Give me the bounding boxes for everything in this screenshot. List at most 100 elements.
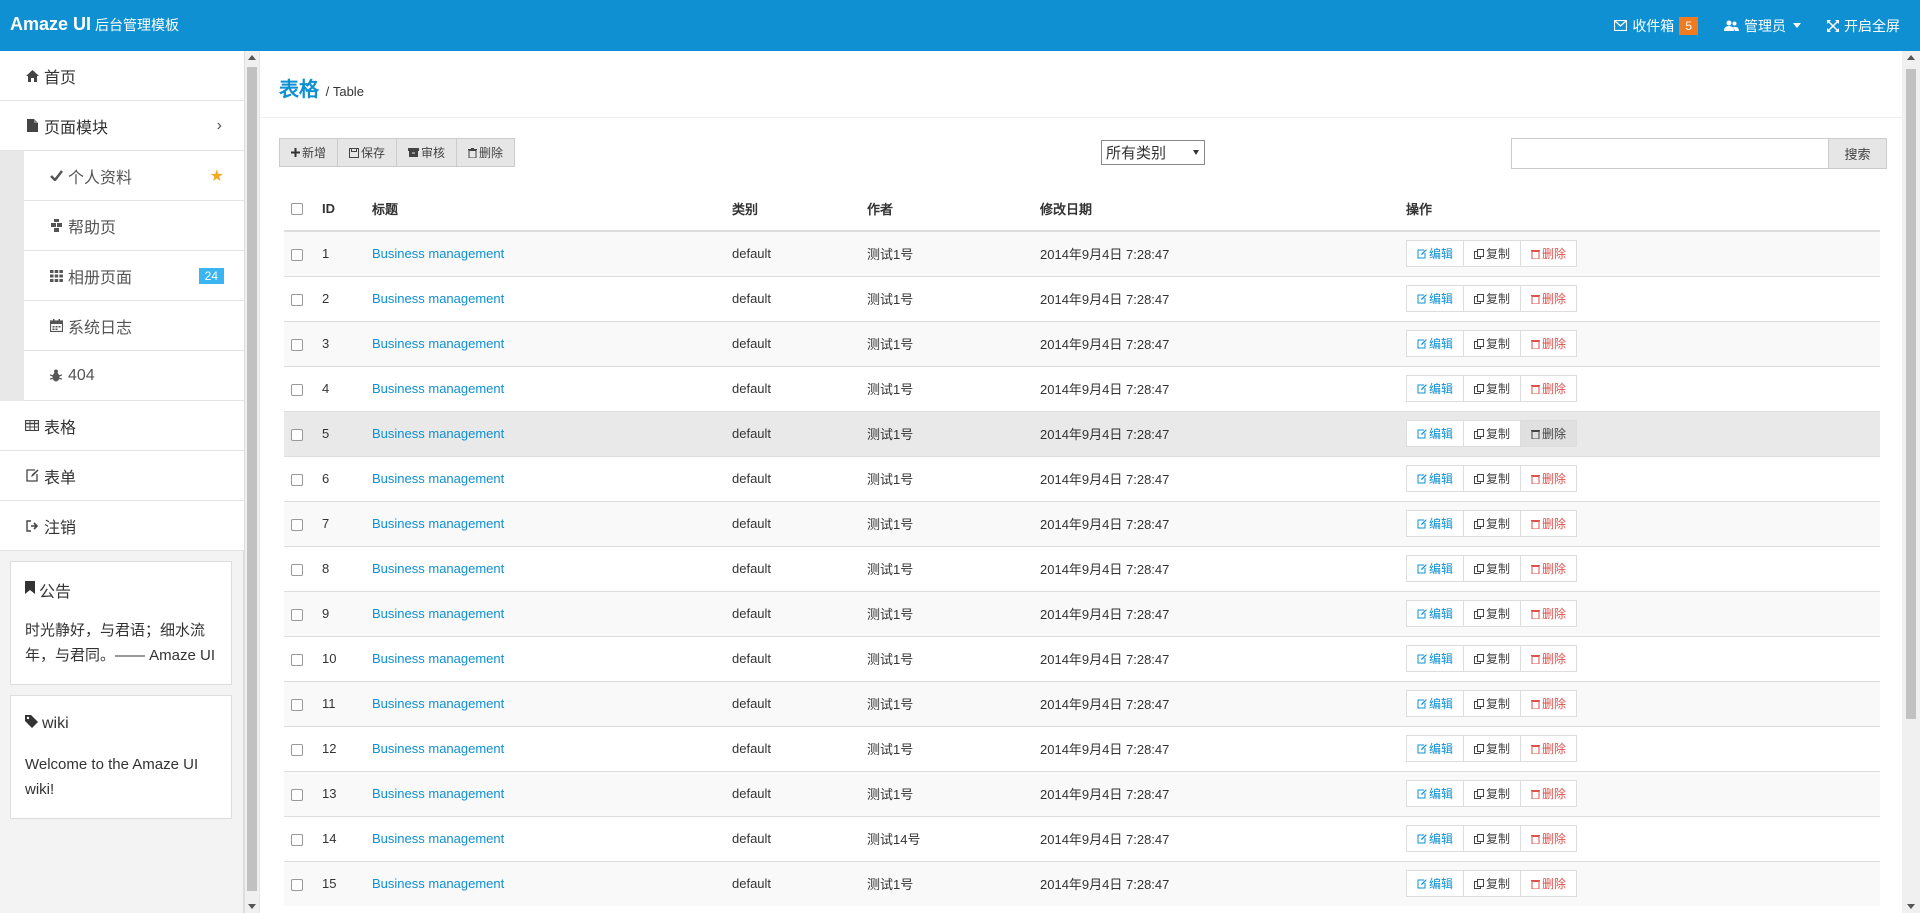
delete-row-button[interactable]: 删除: [1521, 826, 1577, 851]
title-link[interactable]: Business management: [372, 741, 504, 756]
sidebar-subitem-gallery[interactable]: 相册页面 24: [24, 251, 244, 301]
scroll-down-arrow-icon[interactable]: [248, 904, 256, 909]
copy-button[interactable]: 复制: [1464, 691, 1522, 716]
brand[interactable]: Amaze UI 后台管理模板: [10, 14, 179, 35]
title-link[interactable]: Business management: [372, 786, 504, 801]
search-button[interactable]: 搜索: [1829, 138, 1887, 169]
title-link[interactable]: Business management: [372, 876, 504, 891]
copy-button[interactable]: 复制: [1464, 466, 1522, 491]
sidebar-item-table[interactable]: 表格: [0, 401, 244, 451]
scroll-up-arrow-icon[interactable]: [248, 55, 256, 60]
title-link[interactable]: Business management: [372, 426, 504, 441]
sidebar-subitem-profile[interactable]: 个人资料 ★: [24, 151, 244, 201]
delete-row-button[interactable]: 删除: [1521, 331, 1577, 356]
row-checkbox[interactable]: [291, 608, 303, 621]
page-scrollbar[interactable]: [1902, 51, 1920, 913]
edit-button[interactable]: 编辑: [1407, 511, 1465, 536]
delete-row-button[interactable]: 删除: [1521, 736, 1577, 761]
edit-button[interactable]: 编辑: [1407, 601, 1465, 626]
delete-row-button[interactable]: 删除: [1521, 601, 1577, 626]
inbox-link[interactable]: 收件箱 5: [1614, 16, 1698, 36]
sidebar-subitem-log[interactable]: 系统日志: [24, 301, 244, 351]
delete-row-button[interactable]: 删除: [1521, 646, 1577, 671]
row-checkbox[interactable]: [291, 338, 303, 351]
row-checkbox[interactable]: [291, 563, 303, 576]
sidebar-subitem-help[interactable]: 帮助页: [24, 201, 244, 251]
copy-button[interactable]: 复制: [1464, 646, 1522, 671]
col-header-date[interactable]: 修改日期: [1040, 186, 1406, 232]
edit-button[interactable]: 编辑: [1407, 691, 1465, 716]
delete-row-button[interactable]: 删除: [1521, 376, 1577, 401]
row-checkbox[interactable]: [291, 293, 303, 306]
sidebar-subitem-404[interactable]: 404: [24, 351, 244, 401]
search-input[interactable]: [1511, 138, 1829, 169]
title-link[interactable]: Business management: [372, 291, 504, 306]
copy-button[interactable]: 复制: [1464, 421, 1522, 446]
sidebar-scroll-thumb[interactable]: [247, 67, 257, 891]
category-select[interactable]: 所有类别: [1101, 140, 1205, 165]
edit-button[interactable]: 编辑: [1407, 781, 1465, 806]
title-link[interactable]: Business management: [372, 381, 504, 396]
title-link[interactable]: Business management: [372, 516, 504, 531]
edit-button[interactable]: 编辑: [1407, 286, 1465, 311]
edit-button[interactable]: 编辑: [1407, 556, 1465, 581]
copy-button[interactable]: 复制: [1464, 871, 1522, 897]
copy-button[interactable]: 复制: [1464, 826, 1522, 851]
copy-button[interactable]: 复制: [1464, 601, 1522, 626]
edit-button[interactable]: 编辑: [1407, 331, 1465, 356]
edit-button[interactable]: 编辑: [1407, 421, 1465, 446]
scroll-down-arrow-icon[interactable]: [1907, 904, 1915, 909]
row-checkbox[interactable]: [291, 698, 303, 711]
title-link[interactable]: Business management: [372, 651, 504, 666]
row-checkbox[interactable]: [291, 518, 303, 531]
select-all-checkbox[interactable]: [291, 203, 303, 216]
row-checkbox[interactable]: [291, 653, 303, 666]
edit-button[interactable]: 编辑: [1407, 871, 1465, 897]
review-button[interactable]: 审核: [397, 139, 458, 166]
row-checkbox[interactable]: [291, 473, 303, 486]
sidebar-scrollbar[interactable]: [244, 51, 259, 913]
edit-button[interactable]: 编辑: [1407, 466, 1465, 491]
edit-button[interactable]: 编辑: [1407, 646, 1465, 671]
edit-button[interactable]: 编辑: [1407, 736, 1465, 761]
edit-button[interactable]: 编辑: [1407, 826, 1465, 851]
delete-row-button[interactable]: 删除: [1521, 871, 1577, 897]
title-link[interactable]: Business management: [372, 606, 504, 621]
edit-button[interactable]: 编辑: [1407, 241, 1465, 267]
save-button[interactable]: 保存: [338, 139, 398, 166]
title-link[interactable]: Business management: [372, 696, 504, 711]
copy-button[interactable]: 复制: [1464, 556, 1522, 581]
sidebar-item-form[interactable]: 表单: [0, 451, 244, 501]
delete-row-button[interactable]: 删除: [1521, 466, 1577, 491]
add-button[interactable]: 新增: [280, 139, 339, 166]
delete-button[interactable]: 删除: [457, 139, 514, 166]
copy-button[interactable]: 复制: [1464, 241, 1522, 267]
col-header-title[interactable]: 标题: [372, 186, 732, 232]
delete-row-button[interactable]: 删除: [1521, 691, 1577, 716]
row-checkbox[interactable]: [291, 788, 303, 801]
title-link[interactable]: Business management: [372, 336, 504, 351]
row-checkbox[interactable]: [291, 428, 303, 441]
copy-button[interactable]: 复制: [1464, 511, 1522, 536]
copy-button[interactable]: 复制: [1464, 286, 1522, 311]
edit-button[interactable]: 编辑: [1407, 376, 1465, 401]
sidebar-item-pages[interactable]: 页面模块 ›: [0, 101, 244, 151]
col-header-author[interactable]: 作者: [867, 186, 1040, 232]
sidebar-item-home[interactable]: 首页: [0, 51, 244, 101]
delete-row-button[interactable]: 删除: [1521, 781, 1577, 806]
copy-button[interactable]: 复制: [1464, 331, 1522, 356]
title-link[interactable]: Business management: [372, 561, 504, 576]
page-scroll-thumb[interactable]: [1906, 69, 1916, 719]
col-header-category[interactable]: 类别: [732, 186, 867, 232]
fullscreen-toggle[interactable]: 开启全屏: [1827, 16, 1900, 36]
delete-row-button[interactable]: 删除: [1521, 556, 1577, 581]
title-link[interactable]: Business management: [372, 246, 504, 261]
title-link[interactable]: Business management: [372, 831, 504, 846]
copy-button[interactable]: 复制: [1464, 736, 1522, 761]
delete-row-button[interactable]: 删除: [1521, 511, 1577, 536]
col-header-id[interactable]: ID: [322, 186, 372, 232]
delete-row-button[interactable]: 删除: [1521, 241, 1577, 267]
row-checkbox[interactable]: [291, 743, 303, 756]
copy-button[interactable]: 复制: [1464, 376, 1522, 401]
row-checkbox[interactable]: [291, 383, 303, 396]
